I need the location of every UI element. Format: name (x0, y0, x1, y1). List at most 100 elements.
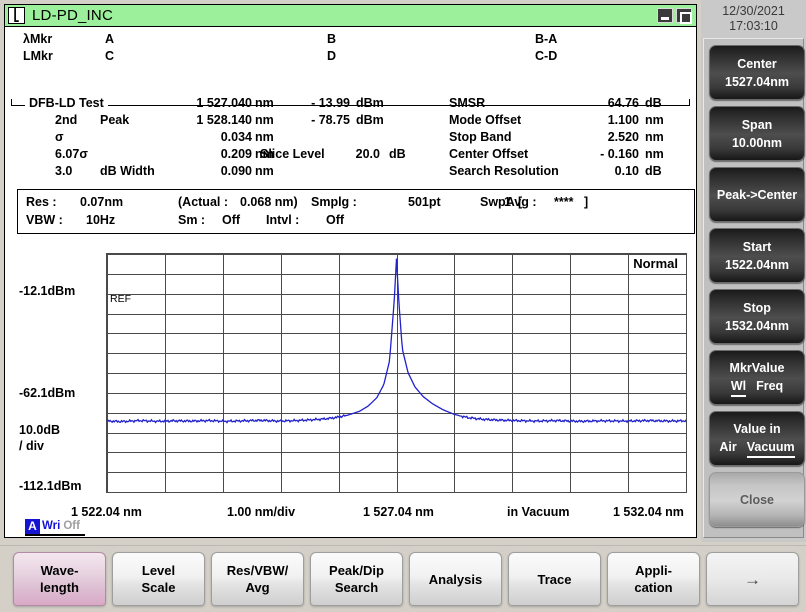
y-axis-scale-label: 10.0dB (19, 423, 60, 437)
smsr-label: SMSR (449, 96, 486, 110)
result-row-db-width: 3.0 dB Width 0.090 nm Search Resolution … (5, 163, 696, 179)
sweep-average-close: ] (584, 195, 589, 209)
window-buttons (657, 8, 692, 24)
y-axis-top-label: -12.1dBm (19, 284, 76, 298)
softkey-value-in-options: Air Vacuum (719, 440, 795, 458)
vbw-value[interactable]: 10Hz (86, 212, 115, 229)
smoothing-value[interactable]: Off (222, 212, 240, 229)
analysis-mode-label: DFB-LD Test (25, 96, 108, 110)
mode-offset-value: 1.100 (607, 113, 639, 127)
sigma-unit: nm (255, 130, 274, 144)
tab-res-vbw-avg[interactable]: Res/VBW/ Avg (211, 552, 304, 606)
second-peak-level-unit: dBm (356, 113, 384, 127)
softkey-mkr-value-options: Wl Freq (730, 379, 783, 397)
settings-row-1: Res : 0.07nm (Actual : 0.068 nm) Smplg :… (18, 194, 694, 211)
trace-a-badge[interactable]: A (25, 519, 40, 534)
marker-row-wavelength: λMkr A B B-A (5, 31, 696, 47)
softkey-span[interactable]: Span 10.00nm (709, 106, 805, 161)
result-row-second-peak: 2nd Peak 1 528.140 nm - 78.75 dBm Mode O… (5, 112, 696, 128)
tab-application[interactable]: Appli- cation (607, 552, 700, 606)
softkey-center-value: 1527.04nm (725, 74, 789, 89)
softkey-start-value: 1522.04nm (725, 257, 789, 272)
marker-row-level: LMkr C D C-D (5, 48, 696, 64)
trace-status-underline (25, 534, 85, 536)
trace-status-bar[interactable]: A Wri Off (25, 519, 80, 534)
softkey-close-label: Close (739, 492, 775, 507)
softkey-span-label: Span (741, 117, 773, 132)
trace-a-line (107, 258, 686, 424)
sigma-value: 0.034 (220, 130, 252, 144)
tab-wavelength[interactable]: Wave- length (13, 552, 106, 606)
second-peak-label2: Peak (100, 113, 130, 127)
sigma-multiple-label: 6.07σ (55, 147, 88, 161)
tab-analysis-line1: Analysis (428, 571, 483, 587)
grid-lines (107, 254, 686, 492)
clock-date: 12/30/2021 (722, 4, 785, 18)
tab-peak-dip-search-line2: Search (334, 580, 379, 595)
tab-level-scale[interactable]: Level Scale (112, 552, 205, 606)
center-offset-label: Center Offset (449, 147, 529, 161)
analysis-results: Peak 1 527.040 nm - 13.99 dBm SMSR 64.76… (5, 95, 696, 181)
peak-unit: nm (255, 96, 274, 110)
softkey-close[interactable]: Close (709, 472, 805, 527)
softkey-stop[interactable]: Stop 1532.04nm (709, 289, 805, 344)
sweep-average-value[interactable]: 1 (504, 194, 511, 211)
tab-res-vbw-avg-line2: Avg (245, 580, 270, 595)
mkr-value-option-freq[interactable]: Freq (756, 379, 783, 395)
actual-res-value: 0.068 nm) (240, 195, 298, 209)
sampling-value[interactable]: 501pt (408, 194, 441, 211)
mode-offset-label: Mode Offset (449, 113, 522, 127)
tab-trace[interactable]: Trace (508, 552, 601, 606)
function-tab-bar: Wave- length Level Scale Res/VBW/ Avg Pe… (0, 545, 806, 612)
level-marker-label: LMkr (23, 49, 53, 63)
db-width-value: 0.090 (220, 164, 252, 178)
y-axis-mid-label: -62.1dBm (19, 386, 76, 400)
second-peak-level: - 78.75 (311, 113, 350, 127)
tab-wavelength-line1: Wave- (40, 563, 79, 578)
trace-write-mode[interactable]: Wri (42, 519, 60, 534)
sweep-average-open: [ (518, 195, 523, 209)
softkey-peak-to-center[interactable]: Peak->Center (709, 167, 805, 222)
result-row-sigma: σ 0.034 nm Stop Band 2.520 nm (5, 129, 696, 145)
interval-value[interactable]: Off (326, 212, 344, 229)
softkey-center[interactable]: Center 1527.04nm (709, 45, 805, 100)
mkr-value-option-wl[interactable]: Wl (730, 379, 747, 397)
softkey-start[interactable]: Start 1522.04nm (709, 228, 805, 283)
tab-res-vbw-avg-line1: Res/VBW/ (226, 563, 289, 578)
marker-b-minus-a: B-A (535, 32, 558, 46)
trace-write-state[interactable]: Off (63, 519, 80, 534)
spectrum-graph[interactable]: Normal REF (106, 253, 687, 493)
softkey-value-in[interactable]: Value in Air Vacuum (709, 411, 805, 466)
waveform-icon: ⎣ (8, 7, 25, 24)
tab-next-page[interactable]: → (706, 552, 799, 606)
softkey-stop-value: 1532.04nm (725, 318, 789, 333)
x-axis-start-label: 1 522.04 nm (71, 505, 142, 519)
sampling-label: Smplg : (311, 195, 357, 209)
marker-d[interactable]: D (327, 48, 336, 64)
clock: 12/30/2021 17:03:10 (701, 4, 806, 34)
value-in-option-vacuum[interactable]: Vacuum (746, 440, 795, 458)
resolution-value[interactable]: 0.07nm (80, 194, 123, 211)
tab-peak-dip-search-line1: Peak/Dip (329, 563, 384, 578)
soft-key-sidebar: 12/30/2021 17:03:10 Center 1527.04nm Spa… (701, 0, 806, 542)
center-offset-unit: nm (645, 147, 664, 161)
softkey-mkr-value[interactable]: MkrValue Wl Freq (709, 350, 805, 405)
marker-c[interactable]: C (105, 48, 114, 64)
tab-wavelength-line2: length (40, 580, 79, 595)
tab-analysis[interactable]: Analysis (409, 552, 502, 606)
marker-c-minus-d: C-D (535, 49, 558, 63)
second-peak-label: 2nd (55, 113, 78, 127)
tab-peak-dip-search[interactable]: Peak/Dip Search (310, 552, 403, 606)
sweep-average-stars: **** (554, 195, 574, 209)
minimize-icon[interactable] (657, 8, 673, 23)
marker-a[interactable]: A (105, 31, 114, 47)
sweep-settings-box: Res : 0.07nm (Actual : 0.068 nm) Smplg :… (17, 189, 695, 234)
marker-b[interactable]: B (327, 31, 336, 47)
x-axis-div-label: 1.00 nm/div (227, 505, 296, 519)
maximize-icon[interactable] (676, 8, 692, 24)
resolution-label: Res : (26, 195, 57, 209)
db-width-label2: dB Width (100, 164, 155, 178)
x-axis-stop-label: 1 532.04 nm (613, 505, 684, 519)
osa-screen: ⎣ LD-PD_INC λMkr A B B-A LMkr C D C-D DF… (0, 0, 806, 612)
value-in-option-air[interactable]: Air (719, 440, 736, 456)
